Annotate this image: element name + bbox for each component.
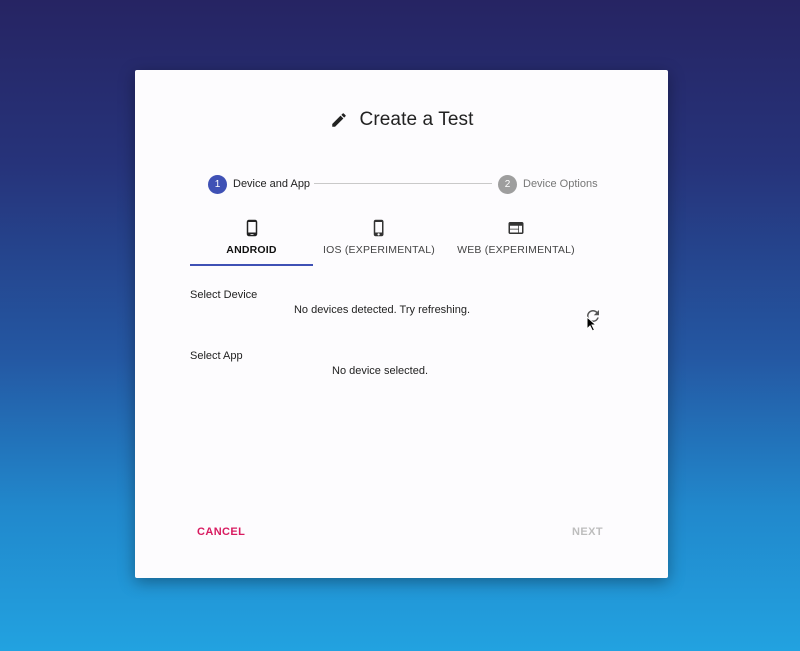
iphone-icon bbox=[373, 219, 384, 237]
app-empty-message: No device selected. bbox=[332, 365, 428, 377]
smartphone-icon bbox=[246, 219, 257, 237]
pencil-icon bbox=[331, 113, 346, 127]
tab-web[interactable]: WEB (EXPERIMENTAL) bbox=[452, 210, 580, 266]
device-empty-message: No devices detected. Try refreshing. bbox=[293, 304, 471, 316]
web-browser-icon bbox=[508, 222, 524, 234]
dialog-header: Create a Test bbox=[135, 108, 668, 132]
selected-tab-indicator bbox=[190, 264, 313, 266]
tab-android[interactable]: ANDROID bbox=[190, 210, 313, 266]
tab-label: IOS (EXPERIMENTAL) bbox=[323, 244, 435, 256]
step-label: Device and App bbox=[233, 178, 311, 190]
stepper-connector bbox=[314, 183, 492, 184]
select-device-label: Select Device bbox=[190, 289, 258, 301]
step-device-options[interactable]: 2 Device Options bbox=[498, 174, 598, 194]
dialog-title: Create a Test bbox=[359, 109, 474, 130]
stepper: 1 Device and App 2 Device Options bbox=[208, 174, 598, 194]
step-number-badge: 2 bbox=[498, 174, 517, 194]
next-button[interactable]: NEXT bbox=[572, 526, 603, 538]
step-label: Device Options bbox=[523, 178, 598, 190]
tab-ios[interactable]: IOS (EXPERIMENTAL) bbox=[318, 210, 440, 266]
tab-label: WEB (EXPERIMENTAL) bbox=[457, 244, 575, 256]
step-device-and-app[interactable]: 1 Device and App bbox=[208, 174, 310, 194]
create-test-dialog: Create a Test 1 Device and App 2 Device … bbox=[135, 70, 668, 578]
select-app-label: Select App bbox=[190, 350, 243, 362]
step-number-badge: 1 bbox=[208, 174, 227, 194]
mouse-pointer-icon bbox=[586, 316, 598, 332]
tab-label: ANDROID bbox=[226, 244, 277, 256]
cancel-button[interactable]: CANCEL bbox=[197, 526, 245, 538]
platform-tabs: ANDROID IOS (EXPERIMENTAL) WEB (EXPERIME… bbox=[190, 210, 580, 266]
